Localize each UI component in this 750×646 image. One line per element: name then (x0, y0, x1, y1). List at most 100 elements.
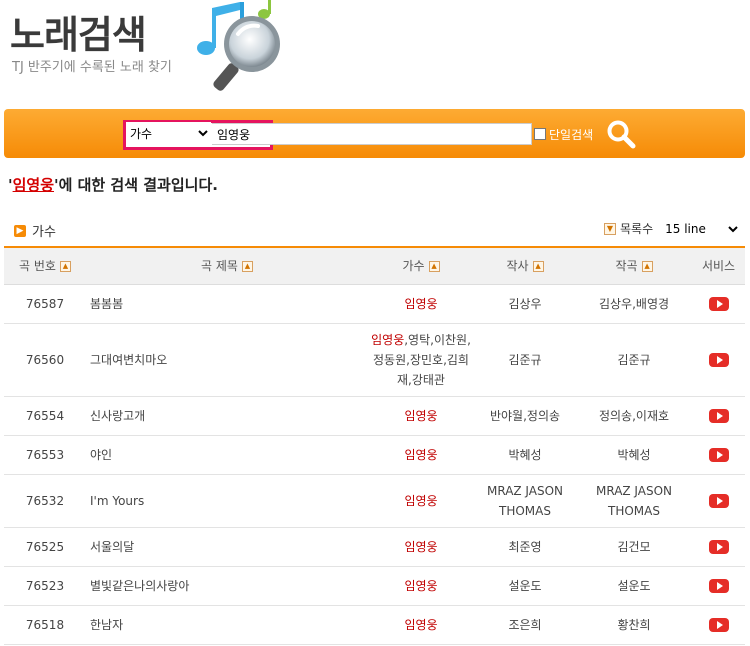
header-singer[interactable]: 가수 ▲ (368, 247, 474, 285)
page-subtitle: TJ 반주기에 수록된 노래 찾기 (12, 60, 172, 75)
song-singer: 임영웅 (368, 284, 474, 324)
song-number: 76560 (4, 323, 86, 397)
table-row[interactable]: 76587 봄봄봄 임영웅 김상우 김상우,배영경 (4, 284, 745, 324)
sort-icon[interactable]: ▲ (532, 261, 544, 273)
song-title: 한남자 (86, 605, 368, 645)
youtube-play-icon[interactable] (708, 448, 729, 462)
song-service (692, 396, 745, 436)
table-row[interactable]: 76560 그대여변치마오 임영웅,영탁,이찬원,정동원,장민호,김희재,강태관… (4, 323, 745, 397)
header-lyricist[interactable]: 작사 ▲ (474, 247, 576, 285)
song-singer: 임영웅,영탁,이찬원,정동원,장민호,김희재,강태관 (368, 323, 474, 397)
song-lyricist: 조은희 (474, 605, 576, 645)
singer-name: 임영웅 (404, 617, 438, 632)
table-row[interactable]: 76554 신사랑고개 임영웅 반야월,정의송 정의송,이재호 (4, 396, 745, 436)
song-service (692, 527, 745, 567)
sort-icon[interactable]: ▲ (428, 261, 440, 273)
youtube-play-icon[interactable] (708, 579, 729, 593)
singer-name: 임영웅 (404, 296, 438, 311)
header-service: 서비스 (692, 247, 745, 285)
header-singer-label: 가수 (402, 259, 425, 274)
song-title: 별빛같은나의사랑아 (86, 566, 368, 606)
rows-control: ▼ 목록수 15 line (604, 220, 742, 237)
rows-per-page-select[interactable]: 15 line (661, 220, 742, 237)
result-message: '임영웅'에 대한 검색 결과입니다. (8, 174, 218, 195)
song-number: 76553 (4, 435, 86, 475)
singer-name: 임영웅 (371, 332, 405, 347)
song-number: 76525 (4, 527, 86, 567)
song-composer: MRAZ JASON THOMAS (576, 474, 692, 528)
header-title-label: 곡 제목 (201, 259, 238, 274)
youtube-play-icon[interactable] (708, 409, 729, 423)
song-number: 76518 (4, 605, 86, 645)
page-title: 노래검색 (10, 13, 147, 57)
youtube-play-icon[interactable] (708, 494, 729, 508)
song-composer: 설운도 (576, 566, 692, 606)
youtube-play-icon[interactable] (708, 540, 729, 554)
song-number: 76532 (4, 474, 86, 528)
song-title: 봄봄봄 (86, 284, 368, 324)
table-row[interactable]: 76525 서울의달 임영웅 최준영 김건모 (4, 527, 745, 567)
section-title-label: 가수 (32, 225, 56, 240)
header-composer[interactable]: 작곡 ▲ (576, 247, 692, 285)
song-number: 76523 (4, 566, 86, 606)
song-lyricist: 최준영 (474, 527, 576, 567)
song-lyricist: 김상우 (474, 284, 576, 324)
song-title: 그대여변치마오 (86, 323, 368, 397)
youtube-play-icon[interactable] (708, 618, 729, 632)
youtube-play-icon[interactable] (708, 297, 729, 311)
song-composer: 정의송,이재호 (576, 396, 692, 436)
song-composer: 김상우,배영경 (576, 284, 692, 324)
result-suffix: '에 대한 검색 결과입니다. (54, 176, 218, 194)
search-category-select[interactable]: 가수 곡 제목 (126, 122, 211, 145)
song-title: I'm Yours (86, 474, 368, 528)
music-search-icon (197, 0, 280, 91)
rows-label: 목록수 (620, 222, 654, 236)
song-title: 야인 (86, 435, 368, 475)
exact-search-label: 단일검색 (549, 128, 594, 142)
table-row[interactable]: 76532 I'm Yours 임영웅 MRAZ JASON THOMAS MR… (4, 474, 745, 528)
song-number: 76587 (4, 284, 86, 324)
chevron-down-icon[interactable]: ▼ (604, 222, 616, 235)
result-keyword-link[interactable]: 임영웅 (13, 176, 54, 194)
song-lyricist: 김준규 (474, 323, 576, 397)
table-row[interactable]: 76553 야인 임영웅 박혜성 박혜성 (4, 435, 745, 475)
header-number[interactable]: 곡 번호 ▲ (4, 247, 86, 285)
sort-icon[interactable]: ▲ (241, 261, 253, 273)
song-service (692, 435, 745, 475)
song-singer: 임영웅 (368, 474, 474, 528)
song-lyricist: 반야월,정의송 (474, 396, 576, 436)
song-service (692, 284, 745, 324)
song-title: 신사랑고개 (86, 396, 368, 436)
exact-search-checkbox[interactable] (534, 128, 546, 140)
song-singer: 임영웅 (368, 605, 474, 645)
header-title[interactable]: 곡 제목 ▲ (86, 247, 368, 285)
song-lyricist: MRAZ JASON THOMAS (474, 474, 576, 528)
header-composer-label: 작곡 (615, 259, 638, 274)
song-service (692, 474, 745, 528)
sort-icon[interactable]: ▲ (59, 261, 71, 273)
arrow-right-icon: ▶ (14, 224, 26, 237)
table-row[interactable]: 76523 별빛같은나의사랑아 임영웅 설운도 설운도 (4, 566, 745, 606)
singer-name: 임영웅 (404, 539, 438, 554)
song-lyricist: 설운도 (474, 566, 576, 606)
header: 노래검색 TJ 반주기에 수록된 노래 찾기 (0, 0, 750, 105)
singer-name: 임영웅 (404, 493, 438, 508)
youtube-play-icon[interactable] (708, 353, 729, 367)
song-composer: 김준규 (576, 323, 692, 397)
song-number: 76554 (4, 396, 86, 436)
song-composer: 황찬희 (576, 605, 692, 645)
song-lyricist: 박혜성 (474, 435, 576, 475)
search-button[interactable] (606, 119, 636, 149)
song-singer: 임영웅 (368, 435, 474, 475)
header-lyricist-label: 작사 (506, 259, 529, 274)
song-singer: 임영웅 (368, 566, 474, 606)
header-number-label: 곡 번호 (19, 259, 56, 274)
song-singer: 임영웅 (368, 396, 474, 436)
song-title: 서울의달 (86, 527, 368, 567)
search-input[interactable] (212, 123, 532, 145)
table-row[interactable]: 76518 한남자 임영웅 조은희 황찬희 (4, 605, 745, 645)
song-service (692, 323, 745, 397)
sort-icon[interactable]: ▲ (641, 261, 653, 273)
table-header-row: 곡 번호 ▲ 곡 제목 ▲ 가수 ▲ 작사 ▲ 작곡 ▲ 서비스 (4, 247, 745, 285)
song-singer: 임영웅 (368, 527, 474, 567)
